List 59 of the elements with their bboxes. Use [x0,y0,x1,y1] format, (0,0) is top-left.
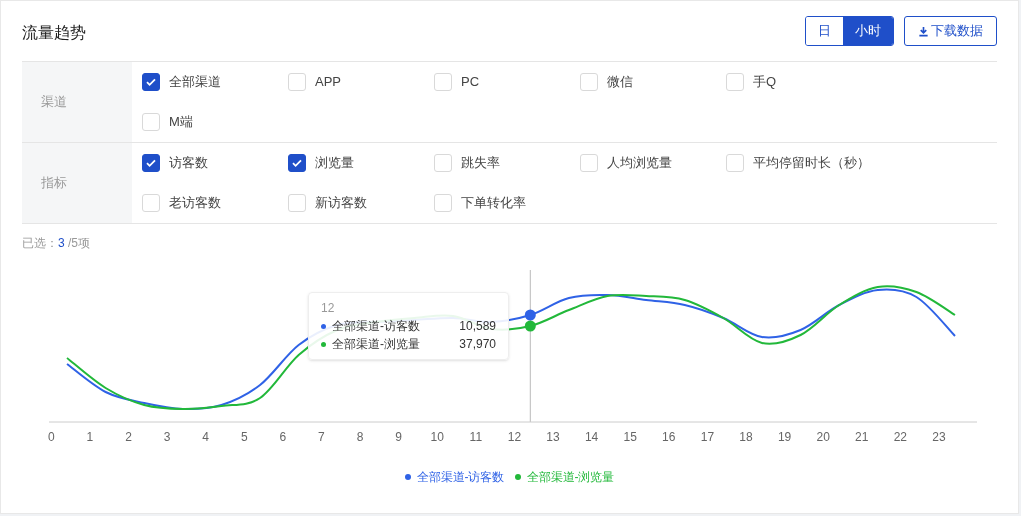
selection-summary: 已选：3 /5项 [22,235,91,252]
x-axis-label: 18 [738,429,754,446]
checkbox[interactable] [142,154,160,172]
card-title: 流量趋势 [22,23,86,43]
checkmark-icon [291,157,303,169]
option-label: 微信 [607,73,633,92]
option-label: 访客数 [169,154,208,173]
hover-point [524,320,536,332]
x-axis-label: 16 [661,429,677,446]
x-axis-label: 13 [545,429,561,446]
option-label: 老访客数 [169,194,221,213]
option-label: M端 [169,113,193,132]
filter-label: 指标 [22,143,132,223]
x-axis-label: 19 [776,429,793,446]
x-axis-label: 8 [355,429,365,446]
x-axis-label: 4 [201,429,210,446]
x-axis-label: 7 [317,429,326,446]
tooltip-series-name: 全部渠道-访客数 [332,318,421,335]
download-button[interactable]: 下载数据 [904,16,997,46]
tooltip-value: 10,589 [459,318,496,335]
option-label: APP [315,73,341,92]
x-axis-label: 1 [85,429,95,446]
option-label: 跳失率 [461,154,500,173]
x-axis-label: 3 [162,429,172,446]
option-label: 人均浏览量 [607,154,672,173]
x-axis-label: 15 [622,429,638,446]
tooltip-title: 12 [321,300,336,317]
x-axis-label: 10 [429,429,445,446]
download-icon [918,25,929,37]
option-label: 下单转化率 [461,194,526,213]
x-axis-label: 21 [854,429,870,446]
x-axis-label: 11 [468,429,484,446]
x-axis-label: 20 [815,429,831,446]
x-axis-label: 12 [506,429,523,446]
x-axis-label: 17 [699,429,716,446]
checkbox[interactable] [142,73,160,91]
option-label: 新访客数 [315,194,367,213]
x-axis-label: 14 [583,429,600,446]
option-label: 平均停留时长（秒） [753,154,870,173]
x-axis-label: 0 [46,429,56,446]
granularity-tab[interactable]: 小时 [843,17,893,45]
x-axis-label: 22 [892,429,909,446]
option-label: 手Q [753,73,777,92]
option-label: PC [461,73,480,92]
checkbox[interactable] [288,154,306,172]
x-axis-label: 5 [239,429,249,446]
tooltip-series-name: 全部渠道-浏览量 [332,336,421,353]
filter-label: 渠道 [22,62,132,142]
checkmark-icon [145,76,157,88]
option-label: 全部渠道 [169,73,221,92]
hover-point [524,309,536,321]
option-label: 浏览量 [315,154,354,173]
x-axis-label: 6 [278,429,288,446]
tooltip-value: 37,970 [459,336,496,353]
x-axis-label: 23 [931,429,947,446]
checkmark-icon [145,157,157,169]
x-axis-label: 9 [394,429,403,446]
legend-label[interactable]: 全部渠道-访客数 [416,468,505,486]
x-axis-label: 2 [124,429,133,446]
